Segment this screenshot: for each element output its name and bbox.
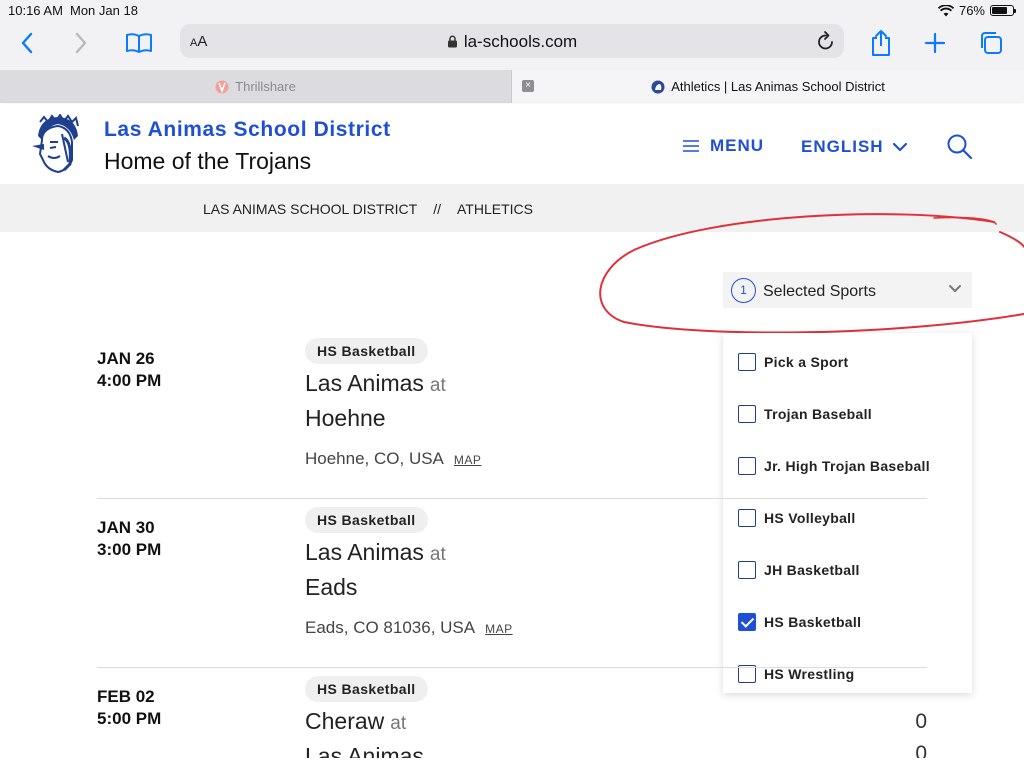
hamburger-icon [683,140,699,152]
language-label: ENGLISH [801,137,884,156]
sports-dropdown: Pick a Sport Trojan Baseball Jr. High Tr… [723,333,972,693]
event-location: Hoehne, CO, USA MAP [305,449,482,468]
search-icon [947,134,973,160]
status-time: 10:16 AM [8,3,63,18]
map-link[interactable]: MAP [485,622,513,636]
status-right: 76% [937,3,1016,18]
thrillshare-favicon-icon [215,80,229,93]
address-bar[interactable]: AA la-schools.com [180,24,844,58]
breadcrumb: LAS ANIMAS SCHOOL DISTRICT // ATHLETICS [203,201,533,217]
back-button[interactable] [10,28,44,58]
checkbox[interactable] [738,457,756,475]
event-away-team: Hoehne [305,405,386,431]
selected-count-badge: 1 [731,278,756,303]
option-jh-basketball[interactable]: JH Basketball [738,558,860,582]
filter-label: Selected Sports [763,283,876,300]
option-label: HS Basketball [764,614,862,630]
share-icon [872,30,890,56]
event-away-team: Las Animas [305,743,424,758]
sport-tag: HS Basketball [305,507,428,533]
sport-tag: HS Basketball [305,338,428,364]
option-label: Trojan Baseball [764,406,872,422]
option-hs-volleyball[interactable]: HS Volleyball [738,506,856,530]
lock-icon [447,35,457,48]
site-header: Las Animas School District Home of the T… [0,104,1024,184]
menu-button[interactable]: MENU [682,136,764,156]
reload-icon [818,31,833,50]
breadcrumb-athletics[interactable]: ATHLETICS [457,201,533,217]
checkbox[interactable] [738,353,756,371]
tab-title: Athletics | Las Animas School District [671,79,885,94]
trojan-favicon-icon [651,80,665,93]
battery-percent: 76% [958,3,985,18]
book-icon [126,33,152,53]
tabs-icon [981,32,1002,54]
tab-title: Thrillshare [235,79,296,94]
new-tab-button[interactable] [918,28,952,58]
language-selector[interactable]: ENGLISH [801,137,908,157]
tab-thrillshare[interactable]: Thrillshare [0,70,512,103]
divider [97,667,927,668]
menu-label: MENU [710,136,765,155]
sport-tag: HS Basketball [305,676,428,702]
map-link[interactable]: MAP [454,453,482,467]
option-label: HS Volleyball [764,510,856,526]
status-date: Mon Jan 18 [70,3,138,18]
event-date: FEB 02 5:00 PM [97,687,162,728]
option-hs-basketball[interactable]: HS Basketball [738,610,861,634]
close-tab-button[interactable]: × [522,80,534,92]
breadcrumb-bar: LAS ANIMAS SCHOOL DISTRICT // ATHLETICS [0,184,1024,232]
divider [97,498,927,499]
reload-button[interactable] [816,30,836,57]
home-score: 0 [915,710,927,733]
status-bar: 10:16 AM Mon Jan 18 76% [0,0,1024,20]
event-home-team: Las Animas at [305,370,446,396]
event-away-team: Eads [305,574,358,600]
checkbox[interactable] [738,509,756,527]
option-label: Jr. High Trojan Baseball [764,458,930,474]
trojan-logo-icon[interactable] [28,114,82,174]
away-score: 0 [915,742,927,758]
district-name[interactable]: Las Animas School District [104,118,391,142]
chevron-down-icon [892,142,907,152]
tab-bar: Thrillshare × Athletics | Las Animas Sch… [0,70,1024,103]
checkbox[interactable] [738,561,756,579]
url-text: la-schools.com [463,32,578,51]
url-display[interactable]: la-schools.com [180,32,844,52]
chevron-right-icon [75,32,87,54]
event-item: FEB 02 5:00 PM HS Basketball Cheraw at Las… [97,676,927,758]
event-location: Eads, CO 81036, USA MAP [305,618,513,637]
option-label: Pick a Sport [764,354,849,370]
checkbox-checked[interactable] [738,613,756,631]
bookmarks-button[interactable] [122,28,156,58]
option-pick-a-sport[interactable]: Pick a Sport [738,350,849,374]
breadcrumb-separator: // [433,201,441,217]
share-button[interactable] [864,28,898,58]
search-button[interactable] [946,133,974,166]
plus-icon [924,32,946,54]
option-jr-high-trojan-baseball[interactable]: Jr. High Trojan Baseball [738,454,930,478]
sports-filter-select[interactable]: 1 Selected Sports [723,272,972,308]
site-tagline: Home of the Trojans [104,148,312,174]
forward-button[interactable] [64,28,98,58]
checkbox[interactable] [738,405,756,423]
browser-toolbar: AA la-schools.com [0,20,1024,70]
breadcrumb-district[interactable]: LAS ANIMAS SCHOOL DISTRICT [203,201,417,217]
event-date: JAN 26 4:00 PM [97,349,162,390]
chevron-left-icon [21,32,33,54]
option-label: JH Basketball [764,562,860,578]
battery-icon [990,5,1016,16]
wifi-icon [937,4,954,16]
tabs-overview-button[interactable] [974,28,1008,58]
option-trojan-baseball[interactable]: Trojan Baseball [738,402,872,426]
tab-athletics[interactable]: × Athletics | Las Animas School District [512,70,1024,103]
chevron-down-icon [949,285,961,292]
event-home-team: Cheraw at [305,708,407,734]
event-date: JAN 30 3:00 PM [97,518,162,559]
event-home-team: Las Animas at [305,539,446,565]
